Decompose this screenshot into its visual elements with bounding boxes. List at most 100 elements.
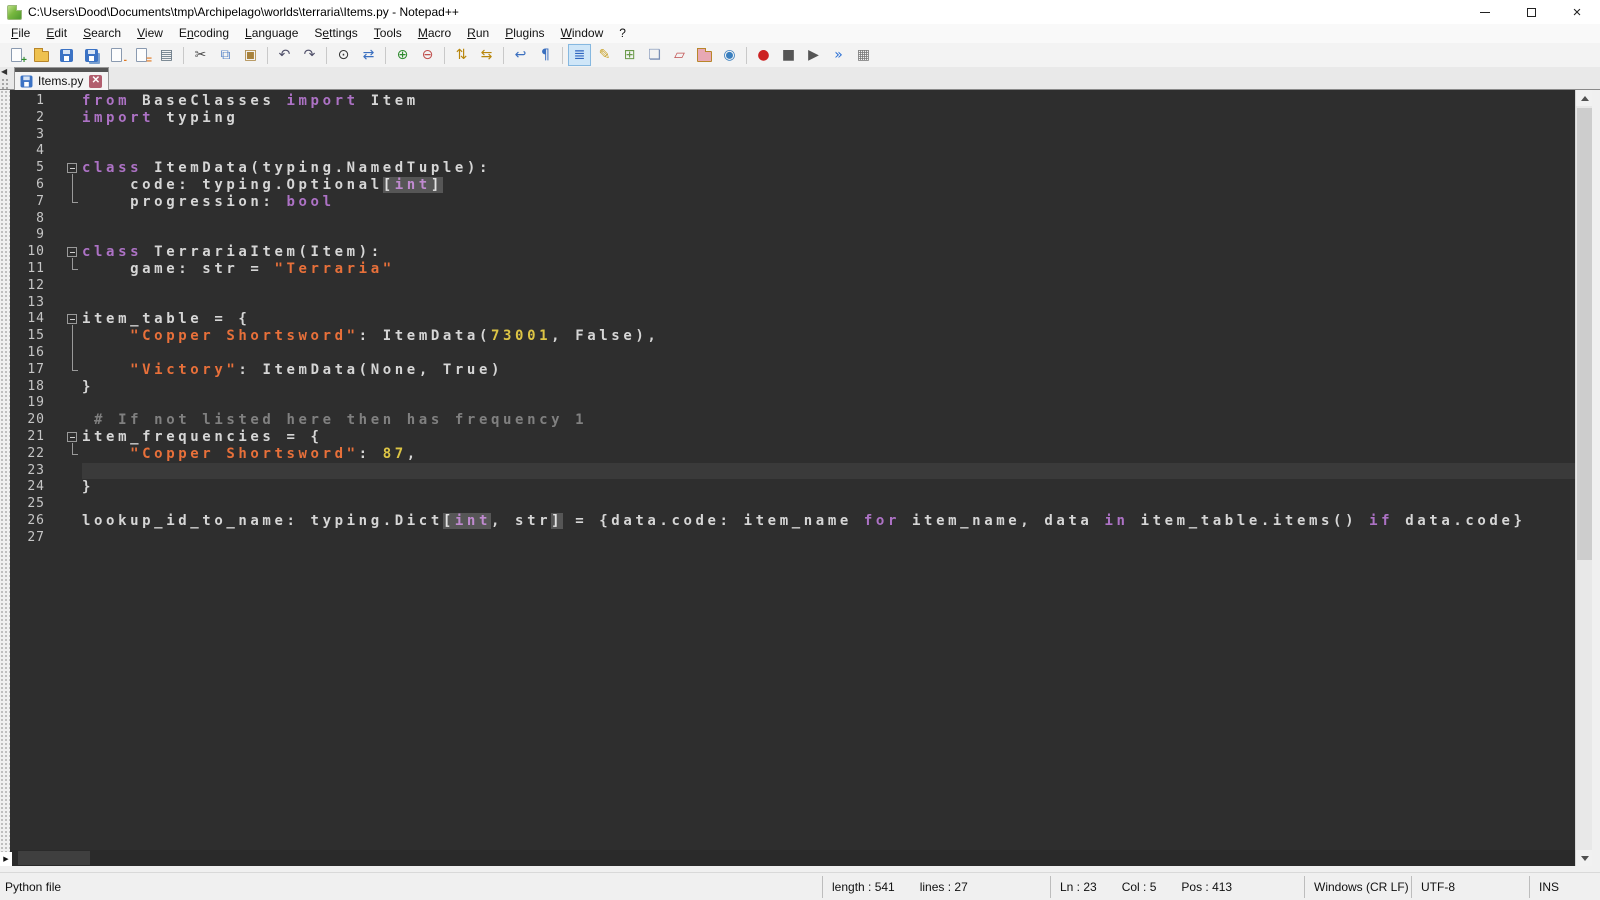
code-line-17[interactable]: 17 "Victory": ItemData(None, True) bbox=[10, 362, 1575, 379]
fold-margin[interactable] bbox=[64, 110, 82, 127]
fold-collapse-icon[interactable] bbox=[67, 432, 77, 442]
bookmark-margin[interactable] bbox=[48, 194, 64, 211]
bookmark-margin[interactable] bbox=[48, 379, 64, 396]
bookmark-margin[interactable] bbox=[48, 311, 64, 328]
menu-plugins[interactable]: Plugins bbox=[497, 24, 552, 43]
fold-margin[interactable] bbox=[64, 127, 82, 144]
status-insert-mode[interactable]: INS bbox=[1529, 876, 1600, 898]
fold-margin[interactable] bbox=[64, 93, 82, 110]
code-text[interactable]: "Victory": ItemData(None, True) bbox=[82, 362, 1575, 379]
open-file-button[interactable] bbox=[30, 44, 53, 66]
fold-margin[interactable] bbox=[64, 278, 82, 295]
menu-help[interactable]: ? bbox=[611, 24, 634, 43]
code-line-6[interactable]: 6 code: typing.Optional[int] bbox=[10, 177, 1575, 194]
bookmark-margin[interactable] bbox=[48, 160, 64, 177]
document-map-button[interactable]: ⊞ bbox=[618, 44, 641, 66]
fold-margin[interactable] bbox=[64, 328, 82, 345]
fold-collapse-icon[interactable] bbox=[67, 314, 77, 324]
save-file-button[interactable] bbox=[55, 44, 78, 66]
bookmark-margin[interactable] bbox=[48, 278, 64, 295]
tab-close-icon[interactable]: ✕ bbox=[89, 75, 102, 88]
close-button[interactable]: × bbox=[1554, 0, 1600, 24]
show-all-characters-button[interactable]: ¶ bbox=[534, 44, 557, 66]
fold-margin[interactable] bbox=[64, 479, 82, 496]
code-line-25[interactable]: 25 bbox=[10, 496, 1575, 513]
fold-margin[interactable] bbox=[64, 345, 82, 362]
fold-margin[interactable] bbox=[64, 446, 82, 463]
code-line-23[interactable]: 23 bbox=[10, 463, 1575, 480]
code-line-27[interactable]: 27 bbox=[10, 530, 1575, 547]
menu-settings[interactable]: Settings bbox=[306, 24, 365, 43]
fold-collapse-icon[interactable] bbox=[67, 247, 77, 257]
code-text[interactable]: item_table = { bbox=[82, 311, 1575, 328]
code-text[interactable]: code: typing.Optional[int] bbox=[82, 177, 1575, 194]
menu-macro[interactable]: Macro bbox=[410, 24, 459, 43]
replace-button[interactable]: ⇄ bbox=[357, 44, 380, 66]
code-line-8[interactable]: 8 bbox=[10, 211, 1575, 228]
fold-margin[interactable] bbox=[64, 177, 82, 194]
fold-margin[interactable] bbox=[64, 194, 82, 211]
menu-edit[interactable]: Edit bbox=[38, 24, 75, 43]
cut-button[interactable]: ✂ bbox=[189, 44, 212, 66]
menu-file[interactable]: File bbox=[3, 24, 38, 43]
monitoring-button[interactable]: ◉ bbox=[718, 44, 741, 66]
code-line-7[interactable]: 7 progression: bool bbox=[10, 194, 1575, 211]
code-line-10[interactable]: 10class TerrariaItem(Item): bbox=[10, 244, 1575, 261]
code-line-21[interactable]: 21item_frequencies = { bbox=[10, 429, 1575, 446]
code-text[interactable] bbox=[82, 496, 1575, 513]
code-line-12[interactable]: 12 bbox=[10, 278, 1575, 295]
status-encoding[interactable]: UTF-8 bbox=[1411, 876, 1529, 898]
code-text[interactable]: "Copper Shortsword": ItemData(73001, Fal… bbox=[82, 328, 1575, 345]
code-line-20[interactable]: 20 # If not listed here then has frequen… bbox=[10, 412, 1575, 429]
zoom-out-button[interactable]: ⊖ bbox=[416, 44, 439, 66]
menu-tools[interactable]: Tools bbox=[366, 24, 410, 43]
code-text[interactable] bbox=[82, 345, 1575, 362]
bookmark-margin[interactable] bbox=[48, 328, 64, 345]
status-document-stats[interactable]: length : 541lines : 27 bbox=[822, 876, 1050, 898]
code-line-14[interactable]: 14item_table = { bbox=[10, 311, 1575, 328]
bookmark-margin[interactable] bbox=[48, 244, 64, 261]
fold-margin[interactable] bbox=[64, 429, 82, 446]
code-line-5[interactable]: 5class ItemData(typing.NamedTuple): bbox=[10, 160, 1575, 177]
bookmark-margin[interactable] bbox=[48, 261, 64, 278]
code-text[interactable]: import typing bbox=[82, 110, 1575, 127]
sync-horizontal-scroll-button[interactable]: ⇆ bbox=[475, 44, 498, 66]
new-file-button[interactable]: + bbox=[5, 44, 28, 66]
vertical-scroll-thumb[interactable] bbox=[1577, 108, 1592, 560]
fold-margin[interactable] bbox=[64, 295, 82, 312]
horizontal-scrollbar[interactable] bbox=[10, 850, 1575, 866]
menu-language[interactable]: Language bbox=[237, 24, 306, 43]
dock-splitter-strip[interactable] bbox=[0, 90, 10, 866]
title-bar[interactable]: C:\Users\Dood\Documents\tmp\Archipelago\… bbox=[0, 0, 1600, 24]
close-all-button[interactable]: = bbox=[130, 44, 153, 66]
code-text[interactable] bbox=[82, 227, 1575, 244]
code-line-4[interactable]: 4 bbox=[10, 143, 1575, 160]
code-text[interactable] bbox=[82, 143, 1575, 160]
macro-play-button[interactable]: ▶ bbox=[802, 44, 825, 66]
fold-margin[interactable] bbox=[64, 311, 82, 328]
code-text[interactable] bbox=[82, 395, 1575, 412]
sync-vertical-scroll-button[interactable]: ⇅ bbox=[450, 44, 473, 66]
code-text[interactable]: lookup_id_to_name: typing.Dict[int, str]… bbox=[82, 513, 1575, 530]
fold-margin[interactable] bbox=[64, 379, 82, 396]
code-text[interactable]: } bbox=[82, 479, 1575, 496]
word-wrap-button[interactable]: ↩ bbox=[509, 44, 532, 66]
scroll-down-button[interactable] bbox=[1576, 850, 1593, 866]
dock-grip[interactable] bbox=[1, 78, 9, 90]
bookmark-margin[interactable] bbox=[48, 295, 64, 312]
save-all-button[interactable] bbox=[80, 44, 103, 66]
bookmark-margin[interactable] bbox=[48, 227, 64, 244]
menu-search[interactable]: Search bbox=[75, 24, 129, 43]
indent-guide-button[interactable]: ≣ bbox=[568, 44, 591, 66]
code-line-1[interactable]: 1from BaseClasses import Item bbox=[10, 93, 1575, 110]
code-text[interactable]: "Copper Shortsword": 87, bbox=[82, 446, 1575, 463]
code-text[interactable]: progression: bool bbox=[82, 194, 1575, 211]
code-line-26[interactable]: 26lookup_id_to_name: typing.Dict[int, st… bbox=[10, 513, 1575, 530]
status-eol-format[interactable]: Windows (CR LF) bbox=[1304, 876, 1411, 898]
bookmark-margin[interactable] bbox=[48, 127, 64, 144]
code-text[interactable]: } bbox=[82, 379, 1575, 396]
fold-margin[interactable] bbox=[64, 496, 82, 513]
code-text[interactable] bbox=[82, 127, 1575, 144]
code-text[interactable] bbox=[82, 463, 1575, 480]
bookmark-margin[interactable] bbox=[48, 412, 64, 429]
